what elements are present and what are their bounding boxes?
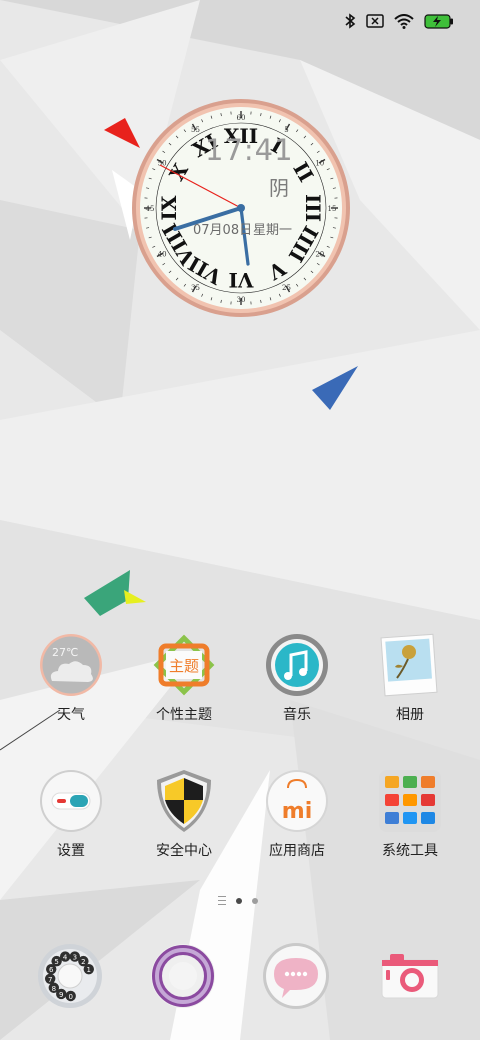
- app-label: 系统工具: [382, 843, 438, 859]
- app-label: 音乐: [283, 707, 311, 723]
- messages-icon: [263, 943, 329, 1009]
- dial-digit: 3: [69, 951, 81, 962]
- dial-digit: 0: [65, 990, 76, 1002]
- app-store-icon: mi: [264, 768, 330, 834]
- clock-minute-mark: 55: [191, 126, 200, 134]
- app-gallery[interactable]: 相册: [355, 632, 465, 724]
- app-label: 设置: [57, 843, 85, 859]
- theme-icon-text: 主题: [169, 657, 199, 675]
- app-label: 安全中心: [156, 843, 212, 859]
- weather-icon: 27℃: [38, 632, 104, 698]
- dial-digit: 9: [56, 988, 67, 1000]
- svg-text:8: 8: [52, 985, 56, 993]
- settings-icon: [38, 768, 104, 834]
- app-label: 相册: [396, 707, 424, 723]
- page-indicator[interactable]: [218, 896, 258, 905]
- theme-icon: 主题: [151, 632, 217, 698]
- analog-clock[interactable]: 51015202530354045505560 IIIIIIIIIIVVIVII…: [130, 97, 352, 319]
- svg-text:1: 1: [87, 966, 91, 974]
- svg-text:5: 5: [54, 958, 58, 966]
- status-bar: [344, 10, 454, 32]
- page-dot[interactable]: [252, 897, 258, 904]
- clock-minute-mark: 60: [237, 114, 246, 122]
- clock-minute-mark: 10: [315, 160, 324, 168]
- camera-icon: [381, 954, 439, 999]
- app-settings[interactable]: 设置: [16, 768, 126, 860]
- svg-text:7: 7: [48, 976, 52, 984]
- dock-messages[interactable]: [260, 940, 332, 1012]
- app-weather[interactable]: 27℃ 天气: [16, 632, 126, 724]
- clock-minute-mark: 40: [158, 251, 167, 259]
- security-icon: [151, 768, 217, 834]
- page-dot-active[interactable]: [236, 897, 242, 904]
- svg-text:6: 6: [49, 966, 54, 974]
- dial-digit: 6: [46, 963, 57, 975]
- clock-minute-mark: 35: [191, 284, 200, 292]
- dial-digit: 7: [44, 973, 56, 984]
- bluetooth-icon: [344, 13, 356, 29]
- clock-numeral: IX: [157, 195, 181, 220]
- weather-temperature: 27℃: [52, 646, 78, 659]
- svg-text:4: 4: [63, 954, 68, 962]
- clock-weather: 阴: [269, 176, 289, 200]
- clock-minute-mark: 20: [315, 251, 324, 259]
- clock-date: 07月08日: [193, 223, 253, 238]
- clock-weekday: 星期一: [253, 223, 293, 238]
- svg-text:0: 0: [68, 993, 72, 1001]
- phone-icon: 123456 789 0: [38, 944, 102, 1008]
- app-label: 应用商店: [269, 843, 325, 859]
- dock-phone[interactable]: 123456 7890: [34, 940, 106, 1012]
- wifi-icon: [394, 13, 414, 29]
- svg-text:2: 2: [81, 958, 85, 966]
- store-icon-text: mi: [282, 799, 312, 824]
- clock-minute-mark: 30: [237, 296, 246, 304]
- system-tools-icon: [377, 768, 443, 834]
- app-label: 个性主题: [156, 707, 212, 723]
- gallery-icon: [377, 632, 443, 698]
- battery-charging-icon: [424, 13, 454, 29]
- clock-minute-mark: 25: [282, 284, 291, 292]
- app-label: 天气: [57, 707, 85, 723]
- music-icon: [264, 632, 330, 698]
- app-store[interactable]: mi 应用商店: [242, 768, 352, 860]
- clock-numeral: III: [301, 194, 325, 222]
- app-security[interactable]: 安全中心: [129, 768, 239, 860]
- dock-browser[interactable]: [147, 940, 219, 1012]
- dock-camera[interactable]: [374, 940, 446, 1012]
- clock-minute-mark: 15: [328, 205, 337, 213]
- clock-minute-mark: 45: [146, 205, 155, 213]
- clock-numeral: VI: [229, 268, 255, 292]
- browser-icon: [151, 944, 215, 1008]
- page-list-icon[interactable]: [218, 896, 226, 905]
- svg-text:3: 3: [73, 954, 77, 962]
- app-theme[interactable]: 主题 个性主题: [129, 632, 239, 724]
- app-system-tools[interactable]: 系统工具: [355, 768, 465, 860]
- app-music[interactable]: 音乐: [242, 632, 352, 724]
- clock-digital-time: 17:41: [205, 133, 294, 167]
- svg-text:9: 9: [59, 991, 63, 999]
- sim-error-icon: [366, 14, 384, 28]
